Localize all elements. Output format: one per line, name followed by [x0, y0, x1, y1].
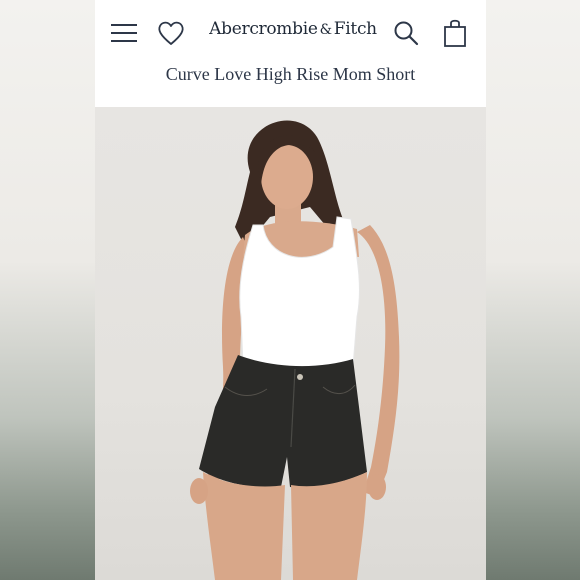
- brand-main: Abercrombie: [209, 19, 318, 39]
- right-background: [485, 0, 580, 580]
- hamburger-menu-icon[interactable]: [110, 23, 138, 43]
- search-icon[interactable]: [393, 20, 419, 46]
- model-illustration: [190, 120, 400, 580]
- product-title: Curve Love High Rise Mom Short: [165, 64, 416, 84]
- brand-end: Fitch: [333, 19, 377, 39]
- brand-ampersand: &: [319, 22, 332, 38]
- site-header: Abercrombie & Fitch Curve Love High Rise M…: [95, 0, 486, 107]
- shopping-bag-icon[interactable]: [443, 18, 467, 48]
- left-background: [0, 0, 95, 580]
- heart-icon[interactable]: [157, 20, 185, 46]
- brand-logo[interactable]: Abercrombie & Fitch: [203, 19, 383, 39]
- product-page-card: Abercrombie & Fitch Curve Love High Rise M…: [95, 0, 486, 580]
- product-photo[interactable]: [95, 107, 486, 580]
